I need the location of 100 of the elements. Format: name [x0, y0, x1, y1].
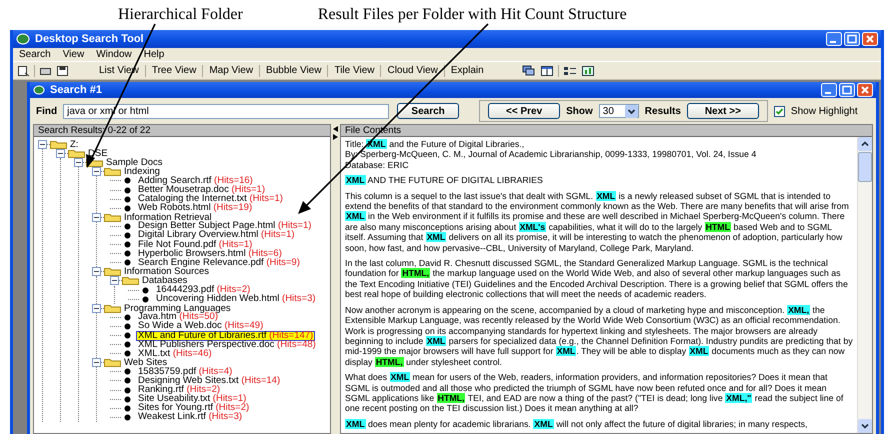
list-icon[interactable] [562, 64, 577, 76]
folder-icon [68, 149, 85, 158]
maximize-icon[interactable] [839, 83, 855, 97]
menu-item[interactable]: Help [144, 49, 164, 60]
folder-icon [50, 140, 67, 150]
result-file[interactable]: XML and Future of Libraries.rtf (Hits=147) [136, 330, 316, 341]
bullet-icon [124, 259, 131, 266]
view-button[interactable]: Bubble View [264, 65, 324, 76]
result-file[interactable]: Site Useability.txt (Hits=1) [136, 394, 248, 404]
view-button[interactable]: Tree View [150, 65, 198, 76]
menu-item[interactable]: View [62, 49, 84, 60]
folder-icon [104, 267, 121, 276]
paragraph: This column is a sequel to the last issue's that dealt with SGML. XML is a newly released subset of SGML that is intended to extend the benefits of that standard to the environment commonly known as the Web. There are many benefits that will arise from XML in the Web environment if it fulfills its promise and these are well described in Michael Sperberg-McQueen's column. There are also many misconceptions arising about XML's capabilities, what it will do to the largely HTML based Web and to SGML itself. Assuming that XML delivers on all its promise, it will be interesting to watch the phenomenon of adoption, particularly how soon, how fast, and how pervasive--CBL, University of Maryland, College Park, Maryland. [345, 190, 850, 254]
minimize-icon[interactable] [826, 32, 842, 46]
minimize-icon[interactable] [821, 83, 837, 97]
close-icon[interactable] [857, 83, 873, 97]
folder-label[interactable]: Programming Languages [124, 304, 231, 313]
count-dropdown[interactable]: 30 [598, 104, 639, 118]
window-title: Search #1 [50, 84, 102, 96]
result-file[interactable]: Web Robots.html (Hits=19) [136, 203, 254, 214]
result-file[interactable]: Better Mousetrap.doc (Hits=1) [136, 185, 267, 196]
result-file[interactable]: File Not Found.pdf (Hits=1) [136, 240, 254, 250]
bullet-icon [124, 377, 131, 384]
scroll-down-icon[interactable] [858, 419, 872, 433]
dropdown-icon[interactable] [624, 104, 638, 118]
result-file[interactable]: Java.htm (Hits=50) [136, 312, 220, 322]
result-file[interactable]: 16444293.pdf (Hits=2) [154, 285, 252, 296]
minus-box-icon[interactable] [56, 149, 65, 158]
minus-box-icon[interactable] [92, 358, 101, 368]
result-file[interactable]: Uncovering Hidden Web.html (Hits=3) [154, 294, 318, 304]
folder-icon [104, 304, 121, 313]
minus-box-icon[interactable] [92, 304, 101, 313]
view-button[interactable]: Cloud View [385, 65, 440, 76]
result-file[interactable]: XML Publishers Perspective.doc (Hits=48) [136, 340, 318, 350]
prev-button[interactable]: << Prev [488, 103, 560, 119]
collapse-arrows-icon[interactable] [332, 126, 339, 140]
minus-box-icon[interactable] [38, 140, 47, 150]
result-file[interactable]: So Wide a Web.doc (Hits=49) [136, 321, 266, 332]
menu-item[interactable]: Search [19, 49, 51, 60]
result-file[interactable]: Hyperbolic Browsers.html (Hits=6) [136, 248, 284, 259]
bullet-icon [124, 332, 131, 340]
chart-icon[interactable] [580, 64, 595, 76]
checkbox[interactable] [774, 106, 785, 116]
view-button[interactable]: Map View [207, 65, 256, 76]
result-file[interactable]: Search Engine Relevance.pdf (Hits=9) [136, 258, 302, 268]
result-file[interactable]: Sites for Young.rtf (Hits=2) [136, 403, 252, 414]
minus-box-icon[interactable] [92, 212, 101, 222]
bullet-icon [142, 296, 149, 303]
view-button[interactable]: Tile View [332, 65, 376, 76]
folder-label[interactable]: Z: [70, 140, 78, 150]
folder-label[interactable]: Databases [142, 276, 188, 286]
next-button[interactable]: Next >> [686, 103, 759, 119]
result-file[interactable]: XML.txt (Hits=46) [136, 348, 214, 359]
bullet-icon [142, 286, 149, 294]
windows-icon[interactable] [522, 64, 536, 76]
result-file[interactable]: Digital Library Overview.html (Hits=1) [136, 230, 297, 240]
folder-label[interactable]: Information Sources [124, 267, 210, 276]
bullet-icon [124, 222, 131, 230]
app-icon [33, 85, 45, 95]
checkbox-label[interactable]: Show Highlight [790, 106, 858, 116]
folder-icon [104, 212, 121, 222]
document-icon[interactable] [17, 64, 30, 76]
bullet-icon [124, 350, 131, 358]
folder-label[interactable]: Web Sites [124, 358, 168, 368]
close-icon[interactable] [862, 32, 878, 46]
bullet-icon [124, 368, 131, 376]
metadata-line: By: Sperberg-McQueen, C. M., Journal of Academic Librarianship, 0099-1333, 19980701, Vol. 24, Issue 4 [345, 149, 758, 160]
paragraph: In the last column, David R. Chesnutt discussed SGML, the Standard Generalized Markup Language. SGML is the technical foundation for HTML, the markup language used on the World Wide Web, and also of several other markup languages such as the Text Encoding Initiative (TEI) Guidelines and the Encoded Archival Description. There is a growing belief that SGML offers the best real hope of building electronic collections that will meet the needs of academic readers. [345, 258, 849, 300]
folder-label[interactable]: Sample Docs [106, 158, 162, 168]
minus-box-icon[interactable] [110, 276, 119, 286]
show-label: Show [566, 106, 593, 116]
bullet-icon [124, 177, 131, 184]
minus-box-icon[interactable] [74, 158, 83, 168]
folder-label[interactable]: Information Retrieval [124, 212, 212, 222]
paragraph: Now another acronym is appearing on the scene, accompanied by a cloud of marketing hype and misconception. XML, the Extensible Markup Language, was recently released by the World Wide Web Consortium (W3C) as an official recommendation. Work is progressing on its accompanying standards for hypertext linking and stylesheets. The major browsers are already beginning to include XML parsers for specialized data (e.g., the Channel Definition Format). Industry pundits are predicting that by mid-1999 the major browsers will have full support for XML. They will be able to display XML documents much as they can now display HTML, under stylesheet control. [345, 304, 853, 368]
result-file[interactable]: Cataloging the Internet.txt (Hits=1) [136, 194, 285, 204]
minus-box-icon[interactable] [92, 267, 101, 276]
result-file[interactable]: Design Better Subject Page.html (Hits=1) [136, 221, 314, 232]
panel-header: Search Results: 0-22 of 22 [34, 125, 330, 137]
paragraph: XML does mean plenty for academic librarians. XML will not only affect the future of digital libraries; in many respects, [345, 418, 808, 430]
menu-item[interactable]: Window [96, 49, 132, 60]
folder-label[interactable]: Indexing [124, 167, 160, 176]
bullet-icon [124, 196, 131, 203]
result-file[interactable]: Designing Web Sites.txt (Hits=14) [136, 376, 282, 386]
scroll-thumb[interactable] [858, 152, 872, 182]
scroll-up-icon[interactable] [858, 137, 872, 151]
columns-icon[interactable] [540, 64, 554, 76]
maximize-icon[interactable] [844, 32, 860, 46]
minus-box-icon[interactable] [92, 167, 101, 176]
search-button[interactable]: Search [397, 103, 460, 119]
result-file[interactable]: Weakest Link.rtf (Hits=3) [136, 412, 244, 422]
bullet-icon [124, 322, 131, 330]
bullet-icon [124, 341, 131, 348]
annotation-label: Result Files per Folder with Hit Count Structure [318, 6, 627, 24]
result-file[interactable]: 15835759.pdf (Hits=4) [136, 366, 234, 377]
result-file[interactable]: Adding Search.rtf (Hits=16) [136, 176, 255, 186]
app-icon [16, 33, 30, 45]
result-file[interactable]: Ranking.rtf (Hits=2) [136, 385, 222, 396]
bullet-icon [124, 314, 131, 321]
view-button[interactable]: Explain [448, 65, 486, 76]
